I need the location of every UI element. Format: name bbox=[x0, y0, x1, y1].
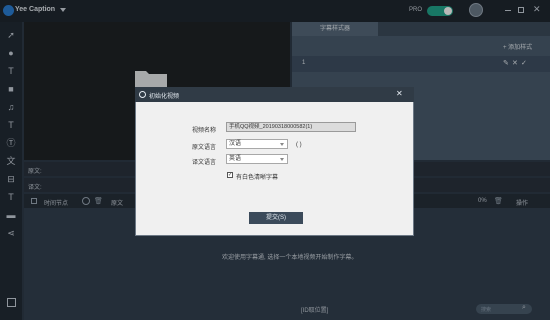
source-language-label: 原文语言 bbox=[191, 145, 216, 151]
target-language-select[interactable]: 英语 bbox=[226, 154, 288, 164]
close-icon[interactable]: ✕ bbox=[396, 89, 403, 98]
info-icon bbox=[139, 91, 146, 98]
chevron-down-icon bbox=[280, 143, 284, 146]
white-subtitle-checkbox[interactable]: ✓ bbox=[227, 172, 233, 178]
dialog-title: 初始化视频 bbox=[149, 94, 180, 100]
video-name-label: 视频名称 bbox=[191, 128, 216, 134]
chevron-down-icon bbox=[280, 158, 284, 161]
submit-button[interactable]: 提交(S) bbox=[249, 212, 303, 224]
video-name-field[interactable]: 手机QQ视频_20190318000582(1) bbox=[226, 122, 356, 132]
white-subtitle-label: 有白色清晰字幕 bbox=[236, 175, 279, 181]
target-language-label: 译文语言 bbox=[191, 160, 216, 166]
source-language-value: 汉语 bbox=[229, 141, 242, 147]
target-language-value: 英语 bbox=[229, 156, 242, 162]
source-language-hint: ( ) bbox=[296, 142, 302, 148]
source-language-select[interactable]: 汉语 bbox=[226, 139, 288, 149]
